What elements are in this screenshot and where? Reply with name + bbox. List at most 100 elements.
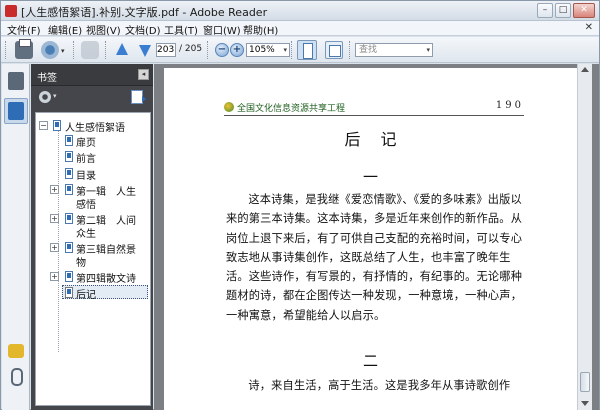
zoom-out-button[interactable]: − [215, 43, 229, 57]
tree-expand-toggle[interactable]: + [50, 243, 59, 252]
zoom-level-select[interactable]: 105% ▾ [246, 43, 290, 57]
vertical-scrollbar[interactable] [577, 64, 592, 410]
toolbar-grip[interactable] [73, 41, 76, 59]
bookmark-item[interactable]: 目录 [36, 167, 148, 182]
bookmark-icon [65, 271, 73, 282]
bookmark-label-line2: 感悟 [76, 200, 96, 211]
menu-bar: 文件(F) 编辑(E) 视图(V) 文档(D) 工具(T) 窗口(W) 帮助(H… [1, 21, 599, 37]
menu-edit[interactable]: 编辑(E) [48, 22, 82, 37]
attachment-icon[interactable] [8, 368, 24, 386]
page-number-input[interactable]: 203 [156, 43, 176, 57]
zoom-level-value: 105% [249, 45, 275, 55]
close-document-icon[interactable]: ✕ [585, 22, 593, 33]
chevron-down-icon[interactable]: ▾ [61, 47, 65, 55]
bookmark-item[interactable]: + 第二辑 人间 众生 [36, 212, 148, 240]
document-viewport[interactable]: 全国文化信息资源共享工程 190 后记 一 这本诗集，是我继《爱恋情歌》、《爱的… [154, 64, 599, 410]
pdf-app-icon [5, 5, 17, 17]
bookmark-item[interactable]: + 第一辑 人生 感悟 [36, 183, 148, 211]
find-placeholder: 查找 [359, 45, 378, 55]
chevron-down-icon[interactable]: ▾ [53, 92, 57, 100]
bookmark-label: 后记 [76, 290, 96, 301]
bookmark-tree: − 人生感悟絮语 扉页 前言 目录 + 第一辑 人生 感悟 + 第二辑 人间 众… [35, 112, 151, 406]
new-bookmark-icon[interactable] [131, 90, 146, 104]
print-icon[interactable] [15, 39, 33, 59]
bookmark-label-line2: 众生 [76, 229, 96, 240]
bookmark-icon [65, 151, 73, 162]
menu-view[interactable]: 视图(V) [86, 22, 121, 37]
toolbar-grip[interactable] [349, 41, 352, 59]
bookmark-icon [8, 102, 24, 120]
navigation-pane-strip [2, 64, 30, 410]
arrow-up-icon [116, 43, 128, 55]
bookmarks-panel-title: 书签 [37, 73, 57, 84]
fit-width-button[interactable] [325, 41, 343, 59]
collaborate-icon[interactable] [41, 41, 59, 59]
header-page-number: 190 [495, 100, 524, 111]
bookmark-icon [65, 287, 73, 298]
bookmark-icon [53, 120, 61, 131]
bookmark-item[interactable]: + 第三辑自然景 物 [36, 241, 148, 269]
menu-help[interactable]: 帮助(H) [243, 22, 278, 37]
options-gear-icon[interactable] [39, 91, 51, 103]
toolbar-grip[interactable] [207, 41, 210, 59]
toolbar-grip[interactable] [105, 41, 108, 59]
toolbar-grip[interactable] [291, 41, 294, 59]
bookmark-label: 第四辑散文诗 [76, 274, 136, 285]
next-page-button[interactable] [136, 41, 154, 59]
maximize-button[interactable]: □ [555, 3, 571, 18]
bookmark-label: 前言 [76, 154, 96, 165]
pdf-page[interactable]: 全国文化信息资源共享工程 190 后记 一 这本诗集，是我继《爱恋情歌》、《爱的… [164, 68, 577, 410]
bookmark-label-line2: 物 [76, 258, 86, 269]
chevron-down-icon: ▾ [283, 46, 287, 54]
close-button[interactable]: ✕ [573, 3, 595, 18]
scroll-up-icon[interactable] [581, 67, 589, 72]
bookmark-item[interactable]: 扉页 [36, 134, 148, 149]
window-title: [人生感悟絮语].补别.文字版.pdf - Adobe Reader [21, 6, 268, 19]
bookmark-label: 人生感悟絮语 [65, 123, 125, 134]
bookmark-icon [65, 184, 73, 195]
fit-page-button[interactable] [297, 40, 317, 60]
bookmark-item[interactable]: + 第四辑散文诗 [36, 270, 148, 285]
zoom-in-button[interactable]: + [230, 43, 244, 57]
tree-expand-toggle[interactable]: + [50, 214, 59, 223]
section-heading: 一 [362, 168, 378, 186]
page-header: 全国文化信息资源共享工程 190 [224, 100, 524, 116]
pages-panel-icon[interactable] [8, 72, 24, 90]
document-title: 后记 [344, 130, 417, 149]
bookmark-item[interactable]: 前言 [36, 150, 148, 165]
bookmarks-toolbar: ▾ [31, 87, 153, 107]
find-input[interactable]: 查找 ▾ [355, 43, 433, 57]
bookmark-label: 扉页 [76, 138, 96, 149]
bookmarks-panel-button[interactable] [4, 98, 28, 124]
bookmarks-panel: 书签 ◂ ▾ − 人生感悟絮语 扉页 前言 目录 + 第一辑 人生 感悟 + 第… [31, 64, 153, 410]
bookmark-icon [65, 213, 73, 224]
bookmark-root[interactable]: − 人生感悟絮语 [36, 119, 148, 134]
main-toolbar: ▾ 203 / 205 − + 105% ▾ 查找 ▾ [1, 37, 599, 63]
arrow-down-icon [139, 45, 151, 57]
tree-expand-toggle[interactable]: + [50, 272, 59, 281]
menu-tools[interactable]: 工具(T) [164, 22, 198, 37]
bookmark-item-selected[interactable]: 后记 [62, 285, 148, 301]
title-bar[interactable]: [人生感悟絮语].补别.文字版.pdf - Adobe Reader – □ ✕ [1, 1, 599, 21]
collapse-panel-button[interactable]: ◂ [138, 69, 149, 80]
menu-document[interactable]: 文档(D) [125, 22, 161, 37]
previous-page-button[interactable] [113, 41, 131, 59]
menu-window[interactable]: 窗口(W) [203, 22, 241, 37]
tree-expand-toggle[interactable]: + [50, 185, 59, 194]
toolbar-grip[interactable] [5, 41, 8, 59]
minimize-button[interactable]: – [537, 3, 553, 18]
header-site-name: 全国文化信息资源共享工程 [237, 104, 346, 114]
bookmark-icon [65, 168, 73, 179]
comments-icon[interactable] [8, 344, 24, 358]
bookmark-icon [65, 135, 73, 146]
page-total-label: / 205 [179, 44, 203, 54]
body-paragraph: 诗，来自生活，高于生活。这是我多年从事诗歌创作 [248, 379, 511, 392]
tree-collapse-toggle[interactable]: − [39, 121, 48, 130]
chevron-down-icon: ▾ [426, 46, 430, 54]
scroll-down-icon[interactable] [581, 401, 589, 406]
scrollbar-thumb[interactable] [580, 372, 590, 392]
menu-file[interactable]: 文件(F) [7, 22, 41, 37]
bookmark-label: 目录 [76, 171, 96, 182]
hand-tool-icon[interactable] [81, 41, 99, 59]
body-paragraph: 这本诗集，是我继《爱恋情歌》、《爱的多味素》出版以来的第三本诗集。这本诗集，多是… [226, 193, 523, 322]
